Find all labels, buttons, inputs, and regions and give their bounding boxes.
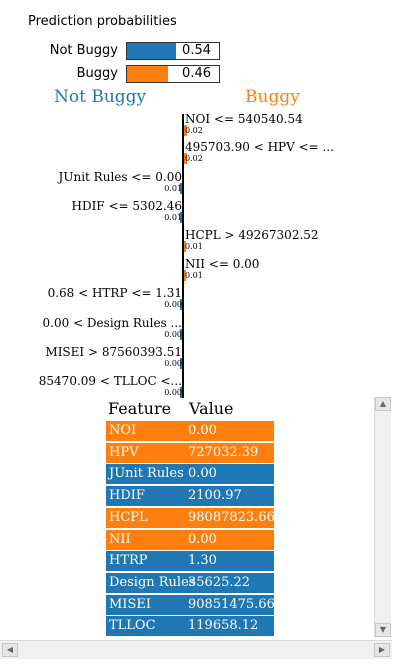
feature-label: 0.00 < Design Rules ...	[42, 316, 182, 330]
feature-weight: 0.00	[164, 300, 182, 309]
prob-fill-not-buggy	[127, 43, 176, 59]
table-cell-value: 119658.12	[188, 618, 259, 634]
table-cell-value: 0.00	[188, 423, 217, 438]
feature-label: 0.68 < HTRP <= 1.31	[47, 286, 182, 300]
table-cell-feature: NOI	[109, 423, 137, 438]
horizontal-scrollbar[interactable]: ◀ ▶	[0, 640, 392, 659]
feature-weight: 0.01	[164, 184, 182, 193]
scroll-up-icon[interactable]: ▲	[375, 397, 391, 411]
feature-weight: 0.02	[185, 154, 203, 163]
prob-label-not-buggy: Not Buggy	[49, 43, 118, 58]
feature-label: NOI <= 540540.54	[185, 112, 303, 126]
table-row: Design Rules 35625.22	[106, 572, 274, 593]
feature-weight: 0.01	[185, 242, 203, 251]
feature-value-table: Feature Value NOI 0.00 HPV 727032.39 JUnit R…	[106, 397, 392, 657]
feature-weight: 0.02	[185, 126, 203, 135]
scroll-left-icon[interactable]: ◀	[2, 643, 18, 657]
header-not-buggy: Not Buggy	[54, 87, 147, 107]
feature-weight: 0.01	[164, 213, 182, 222]
prob-value-buggy: 0.46	[182, 66, 211, 81]
header-buggy: Buggy	[245, 87, 300, 107]
table-row: HDIF 2100.97	[106, 486, 274, 507]
table-row: NOI 0.00	[106, 421, 274, 441]
prob-fill-buggy	[127, 66, 169, 82]
table-header-feature: Feature	[108, 399, 172, 418]
table-cell-value: 1.30	[188, 553, 217, 569]
table-cell-value: 90851475.66	[188, 596, 275, 612]
table-row: JUnit Rules 0.00	[106, 464, 274, 485]
feature-weight: 0.00	[164, 330, 182, 339]
prob-bar-not-buggy: 0.54	[126, 42, 220, 60]
feature-weight: 0.00	[164, 359, 182, 368]
table-row: MISEI 90851475.66	[106, 594, 275, 615]
table-row: HPV 727032.39	[106, 442, 274, 463]
feature-label: JUnit Rules <= 0.00	[58, 170, 182, 184]
prediction-probabilities-title: Prediction probabilities	[28, 14, 177, 29]
table-row: TLLOC 119658.12	[106, 616, 274, 637]
table-cell-value: 0.00	[188, 531, 217, 547]
table-cell-value: 727032.39	[188, 444, 259, 460]
prob-value-not-buggy: 0.54	[182, 43, 211, 58]
table-row: HCPL 98087823.66	[106, 507, 275, 528]
table-cell-feature: HPV	[109, 444, 139, 460]
table-cell-value: 0.00	[188, 466, 217, 482]
scroll-right-icon[interactable]: ▶	[374, 643, 390, 657]
table-cell-feature: TLLOC	[109, 618, 156, 634]
table-cell-feature: HTRP	[109, 553, 148, 569]
table-cell-value: 98087823.66	[188, 509, 275, 525]
table-cell-feature: JUnit Rules	[109, 466, 184, 482]
table-cell-feature: HCPL	[109, 509, 148, 525]
table-cell-feature: NII	[109, 531, 131, 547]
prob-label-buggy: Buggy	[76, 66, 118, 81]
feature-label: NII <= 0.00	[185, 257, 260, 271]
table-cell-feature: MISEI	[109, 596, 151, 612]
feature-weight: 0.00	[164, 388, 182, 397]
feature-weight: 0.01	[185, 271, 203, 280]
vertical-scrollbar[interactable]: ▲ ▼	[374, 397, 391, 637]
feature-label: HCPL > 49267302.52	[185, 228, 319, 242]
table-row: NII 0.00	[106, 529, 274, 550]
table-cell-feature: HDIF	[109, 488, 145, 504]
table-cell-value: 2100.97	[188, 488, 242, 504]
table-row: HTRP 1.30	[106, 551, 274, 572]
table-header-value: Value	[189, 399, 234, 418]
prob-bar-buggy: 0.46	[126, 65, 220, 83]
feature-label: 85470.09 < TLLOC <...	[38, 374, 182, 388]
scroll-down-icon[interactable]: ▼	[375, 623, 391, 637]
table-cell-value: 35625.22	[188, 574, 251, 590]
table-cell-feature: Design Rules	[109, 574, 196, 590]
feature-label: MISEI > 87560393.51	[45, 345, 182, 359]
feature-label: HDIF <= 5302.46	[71, 199, 182, 213]
feature-label: 495703.90 < HPV <= ...	[185, 140, 334, 154]
